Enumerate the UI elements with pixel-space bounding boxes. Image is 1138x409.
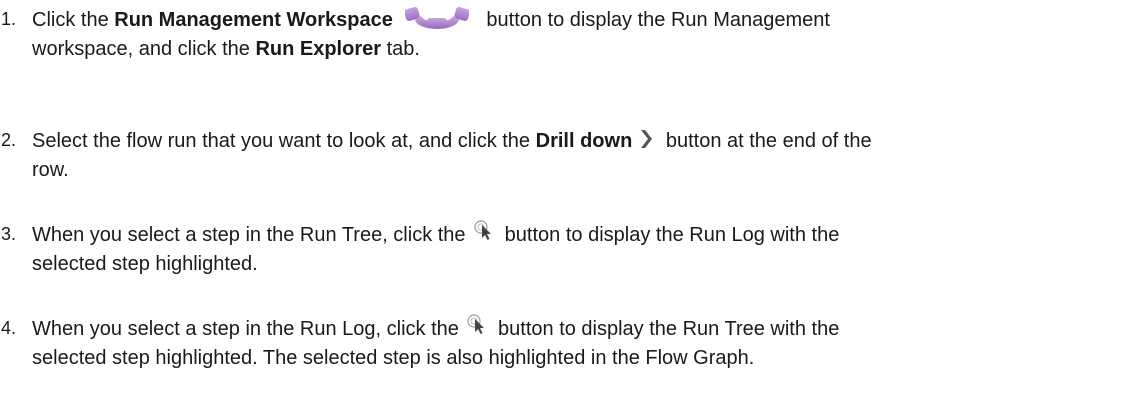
step-text: Select the flow run that you want to loo… (32, 127, 1132, 185)
ui-term-run-management-workspace: Run Management Workspace (114, 9, 393, 31)
step-text-run: button to display the Run Log with the (499, 224, 840, 246)
step-text: Click the Run Management Workspace butto… (32, 6, 1132, 64)
drill-down-chevron-icon (636, 127, 656, 151)
highlight-cursor-icon (473, 219, 497, 241)
step-text-run: button to display the Run Management (480, 9, 830, 31)
step-text-run: selected step highlighted. The selected … (32, 347, 755, 369)
step-text-run: button at the end of the (660, 130, 872, 152)
step-text-run: button to display the Run Tree with the (492, 318, 840, 340)
ui-term-drill-down: Drill down (535, 130, 633, 152)
step-text-run: selected step highlighted. (32, 253, 258, 275)
step-number: 2. (1, 130, 17, 150)
step-text-run: When you select a step in the Run Log, c… (32, 318, 465, 340)
highlight-cursor-icon (466, 313, 490, 335)
step-text-run: Select the flow run that you want to loo… (32, 130, 536, 152)
step-text-run: workspace, and click the (32, 38, 256, 60)
step-text-run: When you select a step in the Run Tree, … (32, 224, 472, 246)
ui-term-run-explorer: Run Explorer (255, 38, 382, 60)
step-number: 1. (1, 9, 17, 29)
step-text: When you select a step in the Run Log, c… (32, 313, 1132, 373)
step-text-run: row. (32, 159, 69, 181)
step-number: 3. (1, 224, 17, 244)
run-management-workspace-gear-icon (393, 6, 481, 29)
step-text-run: tab. (381, 38, 420, 60)
step-text-run: Click the (32, 9, 115, 31)
step-number: 4. (1, 318, 17, 338)
step-text: When you select a step in the Run Tree, … (32, 219, 1132, 279)
